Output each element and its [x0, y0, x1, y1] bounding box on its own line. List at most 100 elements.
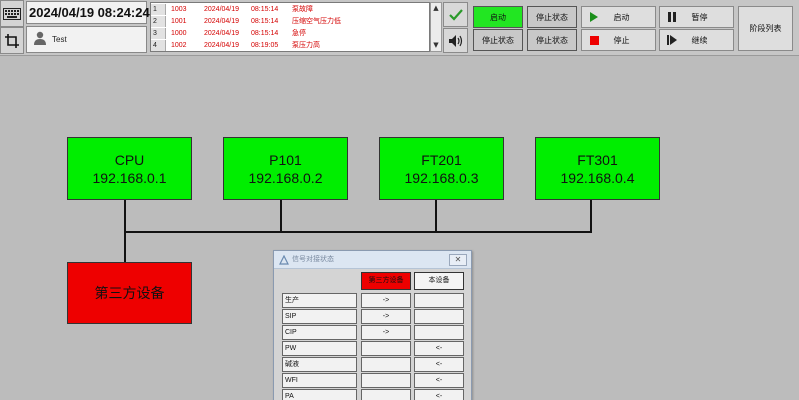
node-name: FT201	[421, 151, 462, 168]
node-name: CPU	[114, 151, 145, 168]
signal-third-party-state	[361, 341, 411, 356]
signal-third-party-state	[361, 357, 411, 372]
signal-local-state	[414, 293, 464, 308]
start-button[interactable]: 启动	[581, 6, 656, 28]
datetime-display: 2024/04/19 08:24:24	[26, 1, 150, 24]
node-ip: 192.168.0.1	[92, 169, 167, 186]
alarm-index: 1	[151, 4, 166, 15]
sound-button[interactable]	[443, 28, 468, 53]
alarm-time: 08:15:14	[251, 18, 279, 25]
alarm-row[interactable]: 1 1003 2024/04/19 08:15:14 泵故障	[151, 4, 429, 15]
alarm-time: 08:15:14	[251, 30, 279, 37]
alarm-message: 压缩空气压力低	[292, 18, 341, 25]
resume-button[interactable]: 继续	[659, 29, 734, 51]
scroll-down-icon[interactable]: ▼	[431, 41, 441, 49]
alarm-index: 2	[151, 16, 166, 27]
signal-third-party-state	[361, 389, 411, 400]
node-ip: 192.168.0.3	[404, 169, 479, 186]
user-icon	[33, 30, 47, 49]
signal-third-party-state: ->	[361, 325, 411, 340]
stop-status-indicator: 停止状态	[473, 29, 523, 51]
acknowledge-button[interactable]	[443, 2, 468, 27]
alarm-index: 4	[151, 40, 166, 51]
keyboard-icon[interactable]	[0, 0, 24, 27]
resume-button-label: 继续	[691, 35, 708, 45]
alarm-scrollbar[interactable]: ▲ ▼	[430, 2, 442, 52]
signal-local-state	[414, 309, 464, 324]
node-ip: 192.168.0.2	[248, 169, 323, 186]
alarm-row[interactable]: 2 1001 2024/04/19 08:15:14 压缩空气压力低	[151, 16, 429, 27]
signal-name: 碱液	[282, 357, 357, 372]
pause-button-label: 暂停	[691, 12, 708, 22]
alarm-time: 08:19:05	[251, 42, 279, 49]
signal-name: SIP	[282, 309, 357, 324]
sequence-list-button[interactable]: 阶段列表	[738, 6, 793, 51]
column-header-local-device: 本设备	[414, 272, 464, 290]
user-name: Test	[52, 35, 67, 44]
connector-line	[590, 200, 592, 232]
alarm-message: 泵压力高	[292, 42, 320, 49]
dialog-title: 信号对接状态	[292, 256, 334, 263]
node-ft201[interactable]: FT201 192.168.0.3	[379, 137, 504, 200]
stop-button[interactable]: 停止	[581, 29, 656, 51]
connector-line	[280, 200, 282, 232]
scroll-up-icon[interactable]: ▲	[431, 4, 441, 12]
start-status-indicator: 启动	[473, 6, 523, 28]
alarm-date: 2024/04/19	[204, 18, 240, 25]
alarm-index: 3	[151, 28, 166, 39]
signal-name: PW	[282, 341, 357, 356]
alarm-date: 2024/04/19	[204, 6, 240, 13]
alarm-code: 1000	[171, 30, 187, 37]
stop-status-indicator: 停止状态	[527, 29, 577, 51]
node-name: FT301	[577, 151, 618, 168]
speaker-icon	[448, 34, 462, 47]
alarm-code: 1001	[171, 18, 187, 25]
alarm-code: 1002	[171, 42, 187, 49]
column-header-third-party: 第三方设备	[361, 272, 411, 290]
checkmark-icon	[448, 8, 463, 21]
node-ip: 192.168.0.4	[560, 169, 635, 186]
resume-icon	[660, 35, 684, 45]
signal-local-state: <-	[414, 341, 464, 356]
dialog-title-bar[interactable]: 信号对接状态	[274, 251, 471, 269]
alarm-time: 08:15:14	[251, 6, 279, 13]
alarm-list[interactable]: 1 1003 2024/04/19 08:15:14 泵故障 2 1001 20…	[150, 2, 430, 52]
window-icon	[279, 254, 289, 273]
pause-button[interactable]: 暂停	[659, 6, 734, 28]
top-toolbar: 2024/04/19 08:24:24 Test 1 1003 2024/04/…	[0, 0, 799, 56]
network-bus-line	[124, 231, 592, 233]
stop-icon	[582, 35, 606, 45]
user-panel[interactable]: Test	[26, 26, 147, 53]
stop-status-indicator: 停止状态	[527, 6, 577, 28]
node-name: P101	[269, 151, 302, 168]
close-icon[interactable]: ✕	[449, 254, 467, 266]
signal-name: CIP	[282, 325, 357, 340]
alarm-date: 2024/04/19	[204, 42, 240, 49]
signal-name: 生产	[282, 293, 357, 308]
alarm-message: 急停	[292, 30, 306, 37]
alarm-message: 泵故障	[292, 6, 313, 13]
alarm-code: 1003	[171, 6, 187, 13]
play-icon	[582, 12, 606, 22]
signal-name: WFI	[282, 373, 357, 388]
alarm-row[interactable]: 3 1000 2024/04/19 08:15:14 急停	[151, 28, 429, 39]
signal-third-party-state: ->	[361, 293, 411, 308]
alarm-row[interactable]: 4 1002 2024/04/19 08:19:05 泵压力高	[151, 40, 429, 51]
node-ft301[interactable]: FT301 192.168.0.4	[535, 137, 660, 200]
stop-button-label: 停止	[613, 35, 630, 45]
signal-local-state: <-	[414, 373, 464, 388]
node-p101[interactable]: P101 192.168.0.2	[223, 137, 348, 200]
node-cpu[interactable]: CPU 192.168.0.1	[67, 137, 192, 200]
signal-local-state: <-	[414, 357, 464, 372]
signal-local-state: <-	[414, 389, 464, 400]
signal-third-party-state	[361, 373, 411, 388]
signal-local-state	[414, 325, 464, 340]
signal-name: PA	[282, 389, 357, 400]
node-third-party-device[interactable]: 第三方设备	[67, 262, 192, 324]
pause-icon	[660, 12, 684, 22]
alarm-date: 2024/04/19	[204, 30, 240, 37]
crop-icon[interactable]	[0, 27, 24, 54]
connector-line	[435, 200, 437, 232]
start-button-label: 启动	[613, 12, 630, 22]
signal-third-party-state: ->	[361, 309, 411, 324]
